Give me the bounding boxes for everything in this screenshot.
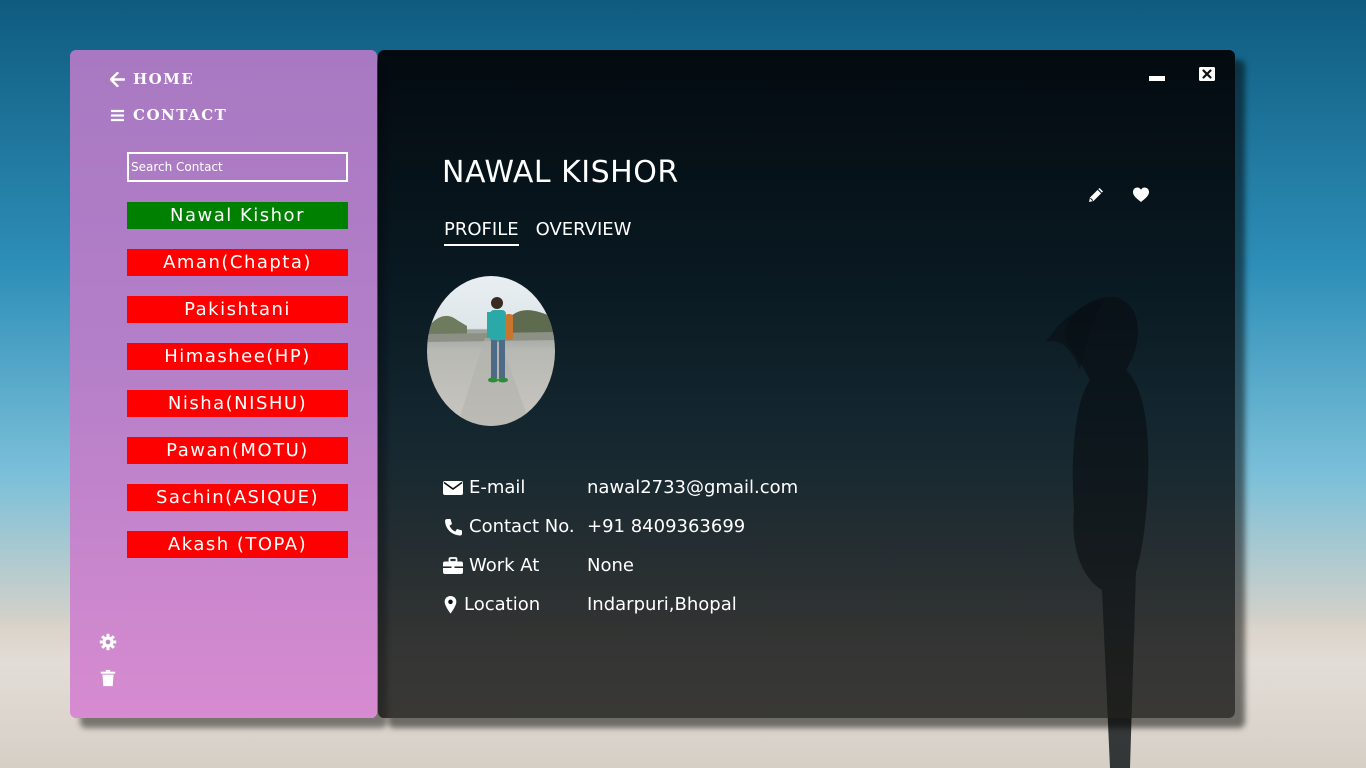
profile-photo xyxy=(427,276,555,426)
detail-row-email: E-mail nawal2733@gmail.com xyxy=(443,468,798,507)
contact-link[interactable]: CONTACT xyxy=(110,106,227,124)
sidebar: HOME CONTACT Nawal Kishor Aman(Chapta) P… xyxy=(70,50,377,718)
heart-icon[interactable] xyxy=(1132,186,1150,204)
profile-tabs: PROFILE OVERVIEW xyxy=(444,219,631,246)
contact-item-pakishtani[interactable]: Pakishtani xyxy=(127,296,348,323)
work-at-value: None xyxy=(587,555,634,576)
map-marker-icon xyxy=(444,595,457,614)
location-value: Indarpuri,Bhopal xyxy=(587,594,737,615)
contact-label: CONTACT xyxy=(133,106,228,124)
phone-icon xyxy=(445,518,462,535)
contact-item-nisha[interactable]: Nisha(NISHU) xyxy=(127,390,348,417)
close-icon[interactable] xyxy=(1199,67,1215,81)
tab-overview[interactable]: OVERVIEW xyxy=(536,219,632,246)
contact-item-himashee[interactable]: Himashee(HP) xyxy=(127,343,348,370)
pencil-icon[interactable] xyxy=(1087,186,1105,204)
work-at-label: Work At xyxy=(469,555,540,576)
contact-details: E-mail nawal2733@gmail.com Contact No. +… xyxy=(443,468,798,624)
contact-list: Nawal Kishor Aman(Chapta) Pakishtani Him… xyxy=(127,202,348,578)
minimize-icon[interactable] xyxy=(1149,76,1165,81)
email-label: E-mail xyxy=(469,477,526,498)
contact-no-label: Contact No. xyxy=(469,516,575,537)
contact-item-nawal-kishor[interactable]: Nawal Kishor xyxy=(127,202,348,229)
contact-item-aman[interactable]: Aman(Chapta) xyxy=(127,249,348,276)
location-label: Location xyxy=(464,594,541,615)
tab-profile[interactable]: PROFILE xyxy=(444,219,519,246)
detail-row-contact: Contact No. +91 8409363699 xyxy=(443,507,798,546)
briefcase-icon xyxy=(443,556,463,574)
profile-panel: NAWAL KISHOR PROFILE OVERVIEW E-mail naw… xyxy=(378,50,1235,718)
home-label: HOME xyxy=(133,70,195,88)
detail-row-location: Location Indarpuri,Bhopal xyxy=(443,585,798,624)
contact-item-sachin[interactable]: Sachin(ASIQUE) xyxy=(127,484,348,511)
menu-icon xyxy=(110,109,125,121)
home-link[interactable]: HOME xyxy=(110,70,194,88)
arrow-left-icon xyxy=(110,71,125,87)
trash-icon[interactable] xyxy=(99,669,117,687)
contact-no-value: +91 8409363699 xyxy=(587,516,746,537)
contact-name-heading: NAWAL KISHOR xyxy=(442,155,679,190)
contact-item-akash[interactable]: Akash (TOPA) xyxy=(127,531,348,558)
contact-item-pawan[interactable]: Pawan(MOTU) xyxy=(127,437,348,464)
gear-icon[interactable] xyxy=(99,633,117,651)
email-value: nawal2733@gmail.com xyxy=(587,477,799,498)
detail-row-work: Work At None xyxy=(443,546,798,585)
search-contact-input[interactable] xyxy=(127,152,348,182)
envelope-icon xyxy=(443,480,463,495)
